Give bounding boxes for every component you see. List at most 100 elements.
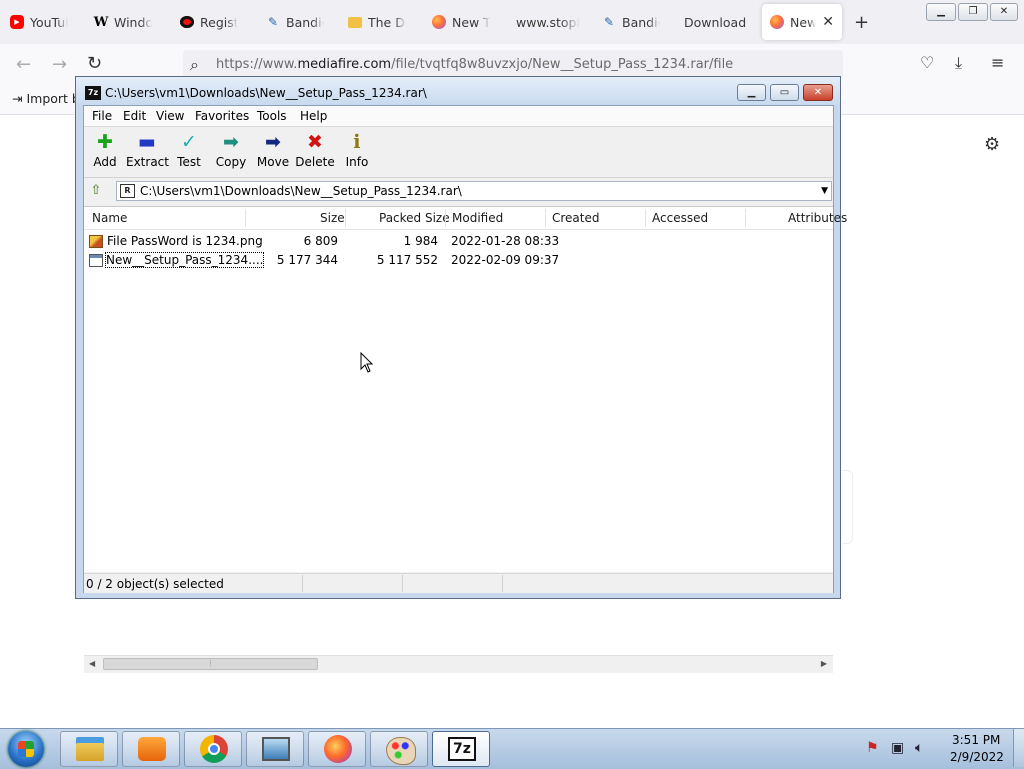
tab-label: Registration — [200, 14, 238, 30]
taskbar-photo-viewer[interactable] — [246, 731, 304, 767]
photo-viewer-icon — [262, 737, 290, 761]
download-icon[interactable]: ⤓ — [955, 53, 962, 73]
sevenzip-minimize-button[interactable]: ▁ — [737, 84, 766, 101]
url-text[interactable]: https://www.mediafire.com/file/tvqtfq8w8… — [216, 57, 733, 72]
menu-view[interactable]: View — [156, 109, 184, 123]
test-icon: ✓ — [181, 131, 197, 153]
column-size[interactable]: Size — [320, 211, 345, 225]
delete-icon: ✖ — [307, 131, 323, 153]
sevenzip-maximize-button[interactable]: ▭ — [770, 84, 799, 101]
file-list[interactable]: Name Size Packed Size Modified Created A… — [84, 206, 847, 673]
paint-icon — [386, 737, 416, 765]
taskbar-chrome[interactable] — [184, 731, 242, 767]
column-created[interactable]: Created — [552, 211, 600, 225]
file-modified: 2022-01-28 08:33 — [451, 234, 560, 248]
scroll-left-icon[interactable]: ◀ — [89, 659, 95, 668]
test-button[interactable]: ✓ Test — [168, 131, 210, 169]
firefox-icon — [324, 735, 352, 763]
column-separator[interactable] — [245, 209, 246, 227]
close-window-button[interactable]: ✕ — [990, 3, 1018, 21]
column-name[interactable]: Name — [92, 211, 127, 225]
tab-label: Bandicam — [622, 14, 660, 30]
tab-the-do[interactable]: The Do — [340, 4, 414, 40]
gear-icon[interactable]: ⚙ — [984, 134, 1000, 155]
start-button[interactable] — [8, 731, 44, 767]
forward-arrow-icon[interactable]: → — [52, 54, 67, 75]
back-arrow-icon[interactable]: ← — [16, 54, 31, 75]
taskbar-7zip[interactable]: 7z — [432, 731, 490, 767]
file-modified: 2022-02-09 09:37 — [451, 253, 560, 267]
taskbar-firefox[interactable] — [308, 731, 366, 767]
test-label: Test — [177, 155, 201, 169]
extract-button[interactable]: ▬ Extract — [126, 131, 169, 169]
menu-edit[interactable]: Edit — [123, 109, 146, 123]
table-row[interactable]: New__Setup_Pass_1234.... 5 177 344 5 117… — [84, 251, 833, 270]
pocket-icon[interactable]: ♡ — [920, 53, 934, 72]
info-button[interactable]: ℹ Info — [336, 131, 378, 169]
scroll-right-icon[interactable]: ▶ — [821, 659, 827, 668]
column-separator[interactable] — [445, 209, 446, 227]
menu-favorites[interactable]: Favorites — [195, 109, 249, 123]
clock-time[interactable]: 3:51 PM — [952, 733, 1000, 747]
table-row[interactable]: File PassWord is 1234.png 6 809 1 984 20… — [84, 232, 833, 251]
import-bookmarks-button[interactable]: ⇥ Import b — [12, 91, 80, 106]
reload-icon[interactable]: ↻ — [87, 53, 102, 74]
scroll-thumb[interactable]: ⦙ — [103, 658, 318, 670]
taskbar-media-center[interactable] — [122, 731, 180, 767]
menu-tools[interactable]: Tools — [257, 109, 287, 123]
sevenzip-titlebar[interactable]: 7z C:\Users\vm1\Downloads\New__Setup_Pas… — [76, 77, 840, 105]
delete-button[interactable]: ✖ Delete — [294, 131, 336, 169]
menu-bar: File Edit View Favorites Tools Help — [84, 106, 833, 127]
move-button[interactable]: ➡ Move — [252, 131, 294, 169]
folder-up-icon[interactable]: ⇧ — [87, 182, 105, 200]
show-desktop-button[interactable] — [1013, 729, 1024, 767]
tab-bandicam-2[interactable]: ✎ Bandicam — [594, 4, 668, 40]
executable-file-icon — [89, 254, 103, 267]
close-tab-icon[interactable]: ✕ — [822, 14, 834, 30]
column-separator[interactable] — [745, 209, 746, 227]
column-accessed[interactable]: Accessed — [652, 211, 708, 225]
tab-new-tab-1[interactable]: New Tab — [424, 4, 498, 40]
tab-registration[interactable]: Registration — [172, 4, 246, 40]
bandicam-icon: ✎ — [267, 15, 279, 29]
column-packed-size[interactable]: Packed Size — [379, 211, 450, 225]
tab-stopbanner[interactable]: www.stopbanner — [508, 4, 588, 40]
url-domain: mediafire.com — [297, 57, 392, 72]
column-separator[interactable] — [345, 209, 346, 227]
copy-button[interactable]: ➡ Copy — [210, 131, 252, 169]
tab-bandicam-1[interactable]: ✎ Bandicam — [258, 4, 332, 40]
info-label: Info — [345, 155, 369, 169]
column-separator[interactable] — [545, 209, 546, 227]
minimize-button[interactable]: ▁ — [926, 3, 956, 21]
copy-icon: ➡ — [223, 131, 239, 153]
sevenzip-logo-icon: 7z — [85, 86, 101, 100]
clock-date[interactable]: 2/9/2022 — [950, 750, 1004, 764]
column-modified[interactable]: Modified — [452, 211, 503, 225]
network-icon[interactable]: ▣ — [891, 740, 904, 756]
add-button[interactable]: ✚ Add — [84, 131, 126, 169]
tab-youtube[interactable]: ▶ YouTube — [2, 4, 76, 40]
volume-icon[interactable]: 🔈︎ — [915, 740, 923, 756]
horizontal-scrollbar[interactable]: ◀ ⦙ ▶ — [84, 655, 833, 673]
action-center-flag-icon[interactable]: ⚑ — [866, 740, 879, 756]
taskbar-explorer[interactable] — [60, 731, 118, 767]
chevron-down-icon[interactable]: ▼ — [821, 186, 828, 196]
media-icon — [138, 737, 166, 761]
tab-download[interactable]: Download — [676, 4, 756, 40]
toolbar: ✚ Add ▬ Extract ✓ Test ➡ Copy ➡ Move ✖ D… — [84, 127, 833, 178]
menu-icon[interactable]: ≡ — [991, 53, 1004, 72]
restore-button[interactable]: ❐ — [958, 3, 988, 21]
new-tab-button[interactable]: + — [854, 12, 869, 33]
url-prefix: https://www. — [216, 57, 298, 72]
menu-file[interactable]: File — [92, 109, 112, 123]
column-attributes[interactable]: Attributes — [788, 211, 847, 225]
sevenzip-close-button[interactable]: ✕ — [803, 84, 833, 101]
file-size: 5 177 344 — [276, 253, 338, 267]
column-separator[interactable] — [645, 209, 646, 227]
tab-windows[interactable]: W Windows — [86, 4, 160, 40]
tab-new-tab-active[interactable]: New Tab ✕ — [762, 4, 842, 40]
taskbar-paint[interactable] — [370, 731, 428, 767]
menu-help[interactable]: Help — [300, 109, 327, 123]
extract-icon: ▬ — [138, 131, 156, 153]
path-combobox[interactable]: R C:\Users\vm1\Downloads\New__Setup_Pass… — [116, 181, 832, 201]
